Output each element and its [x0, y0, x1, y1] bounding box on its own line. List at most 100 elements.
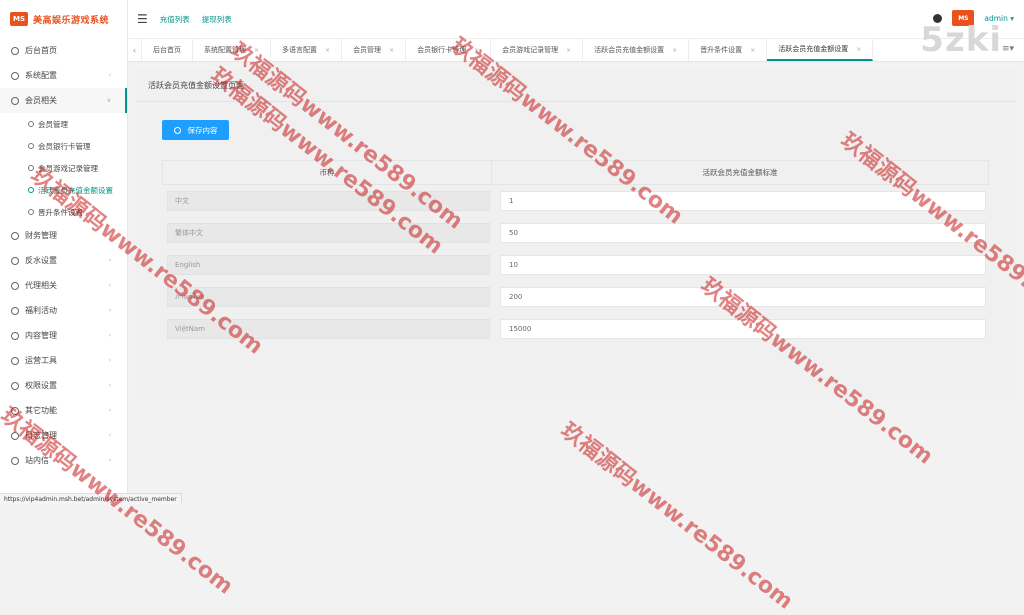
sidebar-item[interactable]: 日志管理›: [0, 423, 127, 448]
menu-toggle-icon[interactable]: ☰: [137, 12, 148, 26]
close-icon[interactable]: ×: [389, 47, 394, 54]
app-logo[interactable]: MS 美高娱乐游戏系统: [0, 0, 127, 38]
tab[interactable]: 活跃会员充值金额设置 ×: [583, 39, 689, 61]
sidebar-item[interactable]: 福利活动›: [0, 298, 127, 323]
watermark-zh: 玖福源码: [556, 418, 641, 492]
chevron-right-icon: ›: [109, 232, 111, 239]
chevron-right-icon: ›: [109, 307, 111, 314]
close-icon[interactable]: ×: [254, 47, 259, 54]
menu-icon: [11, 407, 19, 415]
tab-label: 会员银行卡管理: [417, 45, 466, 55]
submenu-icon: [28, 121, 34, 127]
threshold-input[interactable]: [500, 255, 986, 275]
sidebar-item-label: 财务管理: [25, 230, 57, 241]
chevron-right-icon: ›: [109, 357, 111, 364]
sidebar-subitem[interactable]: 会员管理: [0, 113, 127, 135]
sidebar-subitem[interactable]: 会员银行卡管理: [0, 135, 127, 157]
table-row: 繁体中文: [162, 217, 989, 249]
sidebar-item[interactable]: 代理相关›: [0, 273, 127, 298]
currency-label: 中文: [167, 191, 490, 211]
tab-bar: ‹ 后台首页系统配置管理×多语言配置×会员管理×会员银行卡管理×会员游戏记录管理…: [128, 38, 1024, 62]
menu-icon: [11, 332, 19, 340]
tab-label: 晋升条件设置: [700, 45, 742, 55]
tab[interactable]: 系统配置管理 ×: [193, 39, 271, 61]
tab[interactable]: 活跃会员充值金额设置×: [767, 39, 873, 61]
menu-icon: [11, 47, 19, 55]
sidebar-item[interactable]: 反水设置›: [0, 248, 127, 273]
menu-icon: [11, 72, 19, 80]
tab-label: 系统配置管理: [204, 45, 246, 55]
topbar-link-recharge[interactable]: 充值列表: [160, 14, 190, 25]
table-header: 币种 活跃会员充值金额标准: [162, 160, 989, 185]
sidebar-item[interactable]: 财务管理 ›: [0, 223, 127, 248]
tab-more-icon[interactable]: ≡▾: [1002, 44, 1014, 54]
chevron-right-icon: ›: [109, 407, 111, 414]
save-button[interactable]: 保存内容: [162, 120, 229, 140]
sidebar-item-label: 其它功能: [25, 405, 57, 416]
sidebar-item-label: 系统配置: [25, 70, 57, 81]
topbar: ☰ 充值列表 提现列表 MS admin ▾: [128, 0, 1024, 38]
tab-label: 后台首页: [153, 45, 181, 55]
close-icon[interactable]: ×: [750, 47, 755, 54]
tab-label: 活跃会员充值金额设置: [594, 45, 664, 55]
close-icon[interactable]: ×: [672, 47, 677, 54]
tab-label: 会员管理: [353, 45, 381, 55]
chevron-right-icon: ›: [109, 282, 111, 289]
menu-icon: [11, 257, 19, 265]
table-row: 中文: [162, 185, 989, 217]
chevron-right-icon: ›: [109, 257, 111, 264]
tab[interactable]: 会员银行卡管理 ×: [406, 39, 491, 61]
app-title: 美高娱乐游戏系统: [33, 13, 109, 26]
tab[interactable]: 会员管理 ×: [342, 39, 406, 61]
sidebar-item-label: 站内信: [25, 455, 49, 466]
sidebar-item[interactable]: 其它功能 ›: [0, 398, 127, 423]
threshold-input[interactable]: [500, 191, 986, 211]
menu-icon: [11, 282, 19, 290]
settings-table: 币种 活跃会员充值金额标准 中文繁体中文EnglishภาษาไทยViệtNa…: [162, 160, 989, 345]
sidebar-item[interactable]: 运营工具 ›: [0, 348, 127, 373]
chevron-right-icon: ›: [109, 457, 111, 464]
sidebar-item[interactable]: 系统配置›: [0, 63, 127, 88]
submenu-icon: [28, 165, 34, 171]
sidebar-item[interactable]: 后台首页: [0, 38, 127, 63]
sidebar-subitem-label: 会员游戏记录管理: [38, 163, 98, 174]
table-row: English: [162, 249, 989, 281]
sidebar-item-label: 权限设置: [25, 380, 57, 391]
sidebar-item[interactable]: 权限设置 ›: [0, 373, 127, 398]
brand-watermark: 5zki: [920, 20, 1002, 60]
table-row: ภาษาไทย: [162, 281, 989, 313]
chevron-right-icon: ›: [109, 382, 111, 389]
header-currency: 币种: [163, 161, 492, 184]
close-icon[interactable]: ×: [325, 47, 330, 54]
sidebar-submenu: 会员管理会员银行卡管理会员游戏记录管理活跃会员充值金额设置晋升条件设置: [0, 113, 127, 223]
tab[interactable]: 多语言配置×: [271, 39, 342, 61]
topbar-link-withdraw[interactable]: 提现列表: [202, 14, 232, 25]
sidebar-subitem-label: 活跃会员充值金额设置: [38, 185, 113, 196]
tab[interactable]: 晋升条件设置 ×: [689, 39, 767, 61]
sidebar-subitem[interactable]: 活跃会员充值金额设置: [0, 179, 127, 201]
threshold-input[interactable]: [500, 223, 986, 243]
tab[interactable]: 会员游戏记录管理×: [491, 39, 583, 61]
sidebar-item-label: 运营工具: [25, 355, 57, 366]
table-row: ViệtNam: [162, 313, 989, 345]
sidebar-item-label: 会员相关: [25, 95, 57, 106]
close-icon[interactable]: ×: [856, 46, 861, 53]
sidebar-item[interactable]: 会员相关 ∨: [0, 88, 127, 113]
sidebar-item[interactable]: 内容管理›: [0, 323, 127, 348]
tab[interactable]: 后台首页: [142, 39, 193, 61]
close-icon[interactable]: ×: [566, 47, 571, 54]
sidebar-item[interactable]: 站内信 ›: [0, 448, 127, 473]
sidebar-menu: 后台首页系统配置›会员相关∨会员管理会员银行卡管理会员游戏记录管理活跃会员充值金…: [0, 38, 127, 473]
panel-title: 活跃会员充值金额设置页面: [136, 70, 1016, 102]
save-label: 保存内容: [188, 125, 218, 136]
close-icon[interactable]: ×: [474, 47, 479, 54]
threshold-input[interactable]: [500, 319, 986, 339]
sidebar-subitem[interactable]: 晋升条件设置: [0, 201, 127, 223]
watermark-url: www.re589.com: [625, 472, 797, 614]
tab-scroll-left-icon[interactable]: ‹: [128, 39, 142, 61]
menu-icon: [11, 432, 19, 440]
sidebar-subitem[interactable]: 会员游戏记录管理: [0, 157, 127, 179]
submenu-icon: [28, 143, 34, 149]
chevron-down-icon: ∨: [107, 97, 111, 104]
threshold-input[interactable]: [500, 287, 986, 307]
